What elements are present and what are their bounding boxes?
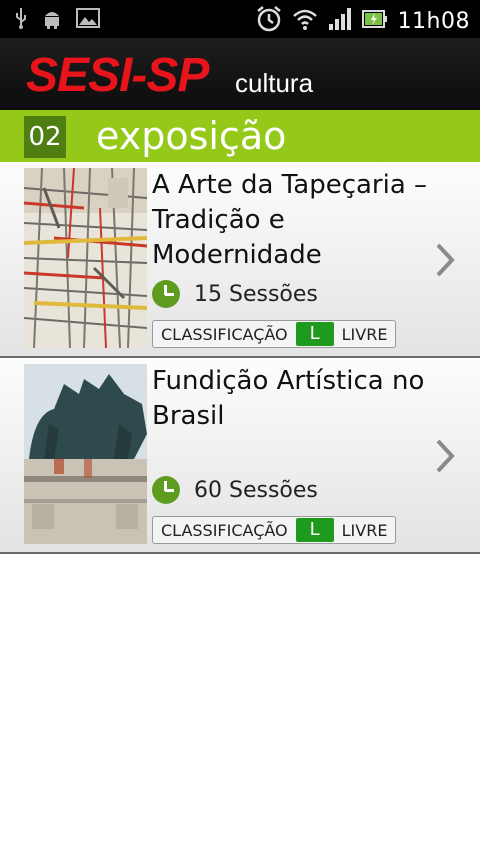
app-header: SESI-SP cultura — [0, 38, 480, 110]
notification-icons — [14, 7, 100, 33]
brand-subtitle: cultura — [235, 68, 314, 98]
alarm-icon — [256, 5, 282, 37]
clock-icon — [152, 476, 180, 504]
battery-icon — [361, 8, 388, 34]
list-item[interactable]: Fundição Artística no Brasil 60 Sessões … — [0, 358, 480, 554]
item-thumbnail — [24, 168, 147, 348]
section-title: exposição — [96, 114, 287, 158]
section-number: 02 — [24, 116, 66, 158]
section-header: 02 exposição — [0, 110, 480, 162]
chevron-right-icon — [434, 438, 456, 478]
item-title: Fundição Artística no Brasil — [152, 366, 425, 431]
signal-icon — [328, 7, 352, 35]
rating-badge: CLASSIFICAÇÃO L LIVRE — [152, 320, 397, 348]
brand-logo: SESI-SP — [26, 49, 209, 102]
rating-label: CLASSIFICAÇÃO — [161, 520, 288, 540]
sessions-count: 60 Sessões — [194, 477, 318, 503]
exhibition-list: A Arte da Tapeçaria – Tradição e Moderni… — [0, 162, 480, 554]
chevron-right-icon — [434, 242, 456, 282]
android-icon — [42, 7, 62, 33]
item-sessions: 60 Sessões — [152, 476, 318, 504]
item-thumbnail — [24, 364, 147, 544]
item-title: A Arte da Tapeçaria – Tradição e Moderni… — [152, 170, 428, 270]
rating-code: L — [295, 518, 334, 542]
wifi-icon — [292, 7, 318, 35]
usb-icon — [14, 7, 28, 33]
system-icons: 11h08 — [256, 5, 470, 37]
list-item[interactable]: A Arte da Tapeçaria – Tradição e Moderni… — [0, 162, 480, 358]
rating-text: LIVRE — [341, 520, 388, 540]
clock-icon — [152, 280, 180, 308]
item-sessions: 15 Sessões — [152, 280, 318, 308]
rating-badge: CLASSIFICAÇÃO L LIVRE — [152, 516, 397, 544]
clock-time: 11h08 — [397, 8, 470, 34]
status-bar: 11h08 — [0, 0, 480, 38]
rating-code: L — [295, 322, 334, 346]
rating-label: CLASSIFICAÇÃO — [161, 324, 288, 344]
sessions-count: 15 Sessões — [194, 281, 318, 307]
rating-text: LIVRE — [341, 324, 388, 344]
image-icon — [76, 7, 100, 33]
